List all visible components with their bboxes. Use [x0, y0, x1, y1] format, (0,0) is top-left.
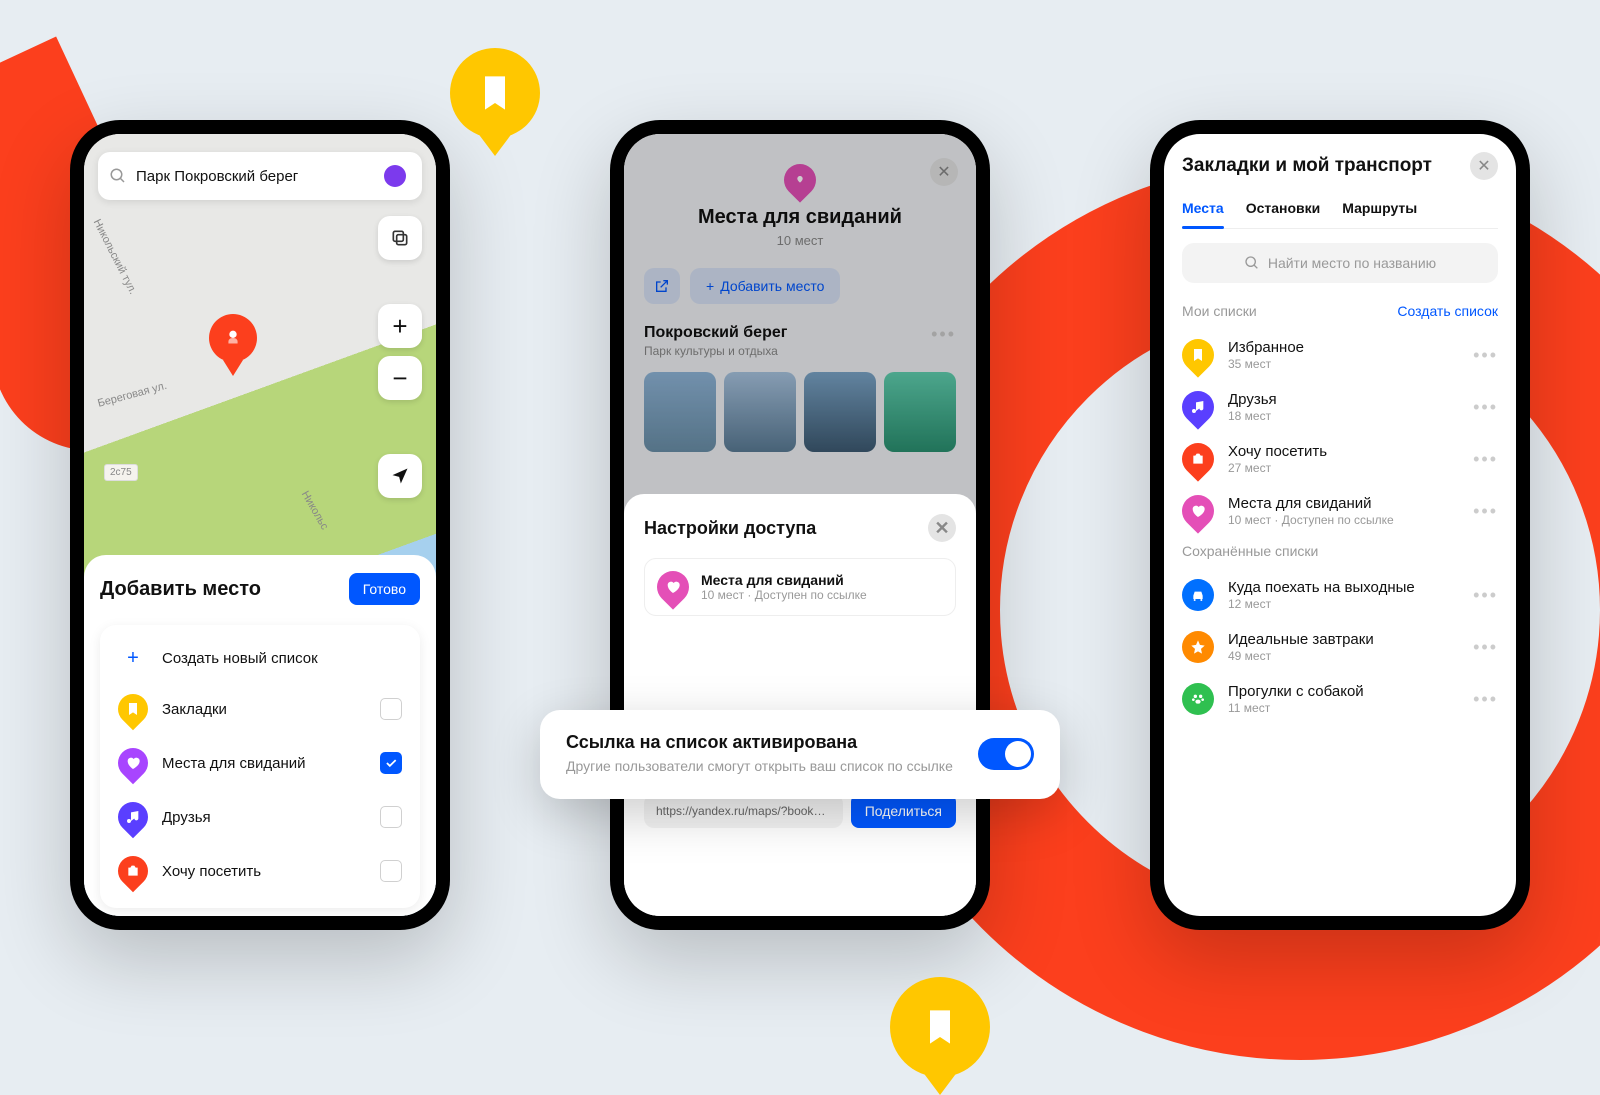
heart-icon	[112, 742, 154, 784]
bookmark-list-row[interactable]: Хочу посетить 27 мест •••	[1182, 433, 1498, 485]
share-button[interactable]: Поделиться	[851, 794, 956, 828]
list-row[interactable]: Закладки	[100, 682, 420, 736]
zoom-in-button[interactable]: +	[378, 304, 422, 348]
list-menu-button[interactable]: •••	[1473, 585, 1498, 606]
link-activated-card: Ссылка на список активирована Другие пол…	[540, 710, 1060, 799]
list-menu-button[interactable]: •••	[1473, 501, 1498, 522]
my-lists-label: Мои списки	[1182, 303, 1257, 319]
bookmark-list-row[interactable]: Места для свиданий 10 мест · Доступен по…	[1182, 485, 1498, 537]
music-icon	[112, 796, 154, 838]
camera-icon	[1175, 436, 1220, 481]
list-menu-button[interactable]: •••	[1473, 449, 1498, 470]
list-meta: 12 мест	[1228, 597, 1473, 611]
share-toggle[interactable]	[978, 738, 1034, 770]
create-list-link[interactable]: Создать список	[1397, 303, 1498, 319]
toggle-title: Ссылка на список активирована	[566, 732, 958, 753]
close-sheet-button[interactable]: ✕	[928, 514, 956, 542]
bookmark-list-row[interactable]: Друзья 18 мест •••	[1182, 381, 1498, 433]
access-settings-sheet: Настройки доступа ✕ Места для свиданий 1…	[624, 494, 976, 916]
create-list-label: Создать новый список	[162, 650, 402, 667]
search-places-input[interactable]: Найти место по названию	[1182, 243, 1498, 283]
list-label: Места для свиданий	[162, 755, 380, 772]
add-place-panel: Добавить место Готово + Создать новый сп…	[84, 555, 436, 916]
done-button[interactable]: Готово	[349, 573, 420, 605]
bookmark-list-row[interactable]: Прогулки с собакой 11 мест •••	[1182, 673, 1498, 725]
list-name: Прогулки с собакой	[1228, 683, 1473, 700]
street-label: Береговая ул.	[96, 380, 168, 410]
list-menu-button[interactable]: •••	[1473, 637, 1498, 658]
list-name: Хочу посетить	[1228, 443, 1473, 460]
list-menu-button[interactable]: •••	[1473, 689, 1498, 710]
list-name: Друзья	[1228, 391, 1473, 408]
phone-add-place: Никольский тул. Береговая ул. Никольс 8к…	[70, 120, 450, 930]
floating-bookmark-pin-top	[450, 48, 550, 158]
list-name: Идеальные завтраки	[1228, 631, 1473, 648]
star-icon	[1182, 631, 1214, 663]
street-label: Никольс	[299, 489, 331, 532]
list-label: Друзья	[162, 809, 380, 826]
list-meta: 49 мест	[1228, 649, 1473, 663]
list-meta: 10 мест · Доступен по ссылке	[1228, 513, 1473, 527]
sheet-title: Настройки доступа	[644, 518, 816, 539]
search-icon	[108, 167, 128, 185]
list-meta: 35 мест	[1228, 357, 1473, 371]
list-row[interactable]: Друзья	[100, 790, 420, 844]
toggle-sub: Другие пользователи смогут открыть ваш с…	[566, 757, 958, 777]
panel-title: Добавить место	[100, 578, 261, 601]
shared-list-item[interactable]: Места для свиданий 10 мест · Доступен по…	[644, 558, 956, 616]
close-button[interactable]: ✕	[1470, 152, 1498, 180]
item-subtitle: 10 мест · Доступен по ссылке	[701, 588, 867, 602]
list-checkbox[interactable]	[380, 806, 402, 828]
music-icon	[1175, 384, 1220, 429]
phone-share-list: Места для свиданий 10 мест ✕ +Добавить м…	[610, 120, 990, 930]
list-row[interactable]: Места для свиданий	[100, 736, 420, 790]
saved-lists-label: Сохранённые списки	[1182, 543, 1318, 559]
list-menu-button[interactable]: •••	[1473, 397, 1498, 418]
place-pin-icon[interactable]	[209, 314, 257, 362]
bookmarks-tabs: Места Остановки Маршруты	[1182, 194, 1498, 229]
list-checkbox[interactable]	[380, 860, 402, 882]
list-meta: 18 мест	[1228, 409, 1473, 423]
bookmark-list-row[interactable]: Куда поехать на выходные 12 мест •••	[1182, 569, 1498, 621]
list-label: Хочу посетить	[162, 863, 380, 880]
building-label: 2с75	[104, 464, 138, 481]
create-list-row[interactable]: + Создать новый список	[100, 635, 420, 682]
bookmark-icon	[112, 688, 154, 730]
bookmark-icon	[1175, 332, 1220, 377]
assistant-button[interactable]	[378, 159, 412, 193]
tab-Маршруты[interactable]: Маршруты	[1342, 194, 1417, 228]
bookmarks-title: Закладки и мой транспорт	[1182, 155, 1432, 177]
search-icon	[1244, 255, 1260, 271]
link-input[interactable]: https://yandex.ru/maps/?bookmarks%57	[644, 794, 843, 828]
search-bar[interactable]: Парк Покровский берег	[98, 152, 422, 200]
plus-icon: +	[118, 647, 148, 670]
list-name: Избранное	[1228, 339, 1473, 356]
heart-icon	[1175, 488, 1220, 533]
list-row[interactable]: Хочу посетить	[100, 844, 420, 898]
item-title: Места для свиданий	[701, 572, 867, 588]
list-meta: 11 мест	[1228, 701, 1473, 715]
street-label: Никольский тул.	[91, 217, 139, 296]
list-label: Закладки	[162, 701, 380, 718]
layers-button[interactable]	[378, 216, 422, 260]
list-menu-button[interactable]: •••	[1473, 345, 1498, 366]
list-checkbox[interactable]	[380, 698, 402, 720]
bookmark-list-row[interactable]: Избранное 35 мест •••	[1182, 329, 1498, 381]
bookmark-list-row[interactable]: Идеальные завтраки 49 мест •••	[1182, 621, 1498, 673]
paw-icon	[1182, 683, 1214, 715]
floating-bookmark-pin-bottom	[890, 977, 990, 1087]
list-name: Места для свиданий	[1228, 495, 1473, 512]
phone-bookmarks: Закладки и мой транспорт ✕ Места Остановк…	[1150, 120, 1530, 930]
locate-button[interactable]	[378, 454, 422, 498]
tab-Места[interactable]: Места	[1182, 194, 1224, 228]
heart-icon	[650, 564, 695, 609]
camera-icon	[112, 850, 154, 892]
list-checkbox[interactable]	[380, 752, 402, 774]
car-icon	[1182, 579, 1214, 611]
zoom-out-button[interactable]: −	[378, 356, 422, 400]
list-meta: 27 мест	[1228, 461, 1473, 475]
list-name: Куда поехать на выходные	[1228, 579, 1473, 596]
tab-Остановки[interactable]: Остановки	[1246, 194, 1321, 228]
search-input[interactable]: Парк Покровский берег	[128, 168, 378, 185]
